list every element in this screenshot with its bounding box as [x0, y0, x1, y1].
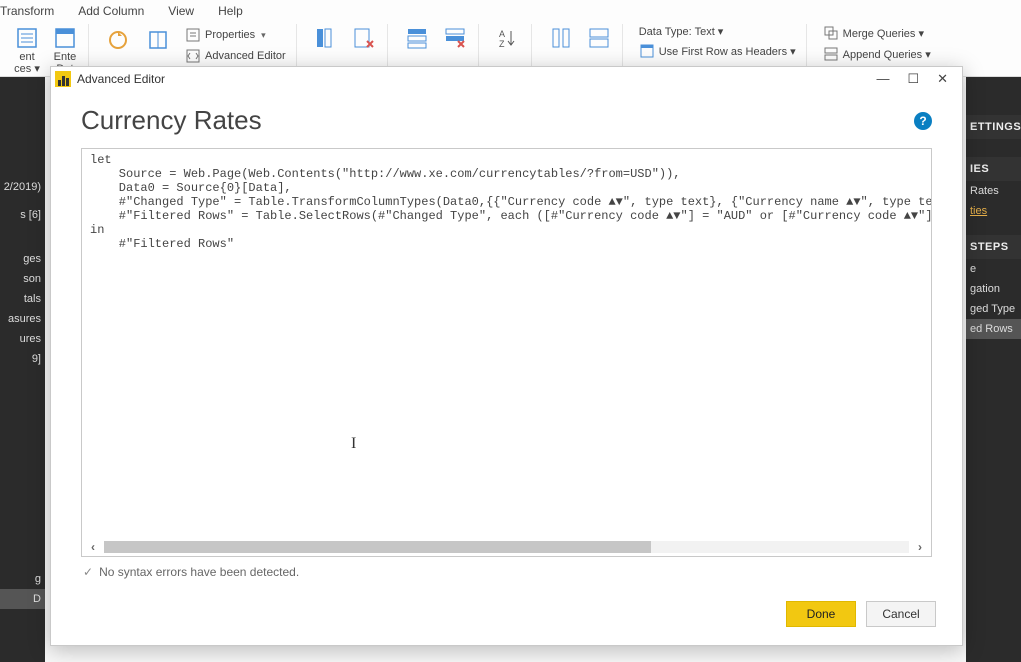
advanced-editor-dialog: Advanced Editor — ☐ ✕ Currency Rates ? l… [50, 66, 963, 646]
lp-count: s [6] [0, 205, 45, 225]
data-type-button[interactable]: Data Type: Text ▾ [635, 24, 800, 39]
queries-panel: 2/2019) s [6] ges son tals asures ures 9… [0, 77, 45, 662]
remove-columns-button[interactable] [347, 24, 381, 53]
merge-icon [823, 25, 839, 41]
keep-rows-icon [405, 26, 429, 50]
svg-text:A: A [499, 29, 505, 39]
lp-item-8[interactable]: D [0, 589, 45, 609]
manage-icon [146, 28, 170, 52]
lp-item-5[interactable]: ures [0, 329, 45, 349]
keep-rows-button[interactable] [400, 24, 434, 53]
lp-date: 2/2019) [0, 177, 45, 197]
menu-view[interactable]: View [168, 4, 194, 18]
cancel-button[interactable]: Cancel [866, 601, 936, 627]
recent-sources-label: ent ces ▾ [14, 51, 40, 75]
help-icon[interactable]: ? [914, 112, 932, 130]
menu-transform[interactable]: Transform [0, 4, 54, 18]
append-icon [823, 46, 839, 62]
svg-text:Z: Z [499, 39, 505, 49]
syntax-status: ✓ No syntax errors have been detected. [81, 557, 932, 579]
split-column-icon [549, 26, 573, 50]
first-row-headers-label: Use First Row as Headers ▾ [659, 45, 796, 58]
scroll-left-icon[interactable]: ‹ [86, 540, 100, 554]
scroll-thumb[interactable] [104, 541, 651, 553]
rp-all-properties-link[interactable]: ties [966, 201, 1021, 221]
ribbon-query-stack: Properties ▾ Advanced Editor [181, 26, 290, 65]
manage-button[interactable] [141, 26, 175, 65]
done-button[interactable]: Done [786, 601, 856, 627]
group-by-icon [587, 26, 611, 50]
syntax-message: No syntax errors have been detected. [99, 565, 299, 579]
code-editor-wrap: let Source = Web.Page(Web.Contents("http… [81, 148, 932, 557]
scroll-right-icon[interactable]: › [913, 540, 927, 554]
lp-item-3[interactable]: tals [0, 289, 45, 309]
window-controls: — ☐ ✕ [876, 71, 956, 87]
refresh-button[interactable] [101, 26, 135, 65]
lp-item-2[interactable]: son [0, 269, 45, 289]
sort-icon: AZ [496, 26, 520, 50]
rp-step-1[interactable]: e [966, 259, 1021, 279]
code-editor[interactable]: let Source = Web.Page(Web.Contents("http… [82, 149, 931, 538]
group-by-button[interactable] [582, 24, 616, 53]
dialog-titlebar: Advanced Editor — ☐ ✕ [51, 67, 962, 91]
merge-queries-button[interactable]: Merge Queries ▾ [819, 24, 935, 42]
properties-label: Properties [205, 29, 255, 41]
check-icon: ✓ [83, 565, 93, 579]
scroll-track[interactable] [104, 541, 909, 553]
sort-button[interactable]: AZ [491, 24, 525, 53]
split-column-button[interactable] [544, 24, 578, 53]
horizontal-scrollbar[interactable]: ‹ › [82, 538, 931, 556]
lp-item-7[interactable]: g [0, 569, 45, 589]
advanced-editor-label: Advanced Editor [205, 50, 286, 62]
choose-columns-button[interactable] [309, 24, 343, 53]
query-settings-panel: ETTINGS IES Rates ties STEPS e gation ge… [966, 77, 1021, 662]
dropdown-caret-icon: ▾ [261, 30, 266, 41]
text-cursor-icon: I [351, 435, 356, 453]
dialog-title: Currency Rates [81, 105, 262, 136]
menu-add-column[interactable]: Add Column [78, 4, 144, 18]
properties-button[interactable]: Properties ▾ [181, 26, 290, 44]
remove-columns-icon [352, 26, 376, 50]
lp-item-6[interactable]: 9] [0, 349, 45, 369]
properties-icon [185, 27, 201, 43]
enter-data-icon [53, 26, 77, 50]
rp-step-2[interactable]: gation [966, 279, 1021, 299]
recent-sources-button[interactable]: ent ces ▾ [10, 24, 44, 77]
menubar: Transform Add Column View Help [0, 0, 1021, 22]
recent-sources-icon [15, 26, 39, 50]
close-button[interactable]: ✕ [937, 71, 948, 87]
power-bi-icon [55, 71, 71, 87]
lp-item-1[interactable]: ges [0, 249, 45, 269]
rp-step-4[interactable]: ed Rows [966, 319, 1021, 339]
choose-columns-icon [314, 26, 338, 50]
merge-queries-label: Merge Queries ▾ [843, 27, 924, 40]
table-header-icon [639, 43, 655, 59]
rp-name-value: Rates [966, 181, 1021, 201]
append-queries-button[interactable]: Append Queries ▾ [819, 45, 935, 63]
remove-rows-button[interactable] [438, 24, 472, 53]
remove-rows-icon [443, 26, 467, 50]
refresh-icon [106, 28, 130, 52]
dialog-footer: Done Cancel [51, 587, 962, 645]
first-row-headers-button[interactable]: Use First Row as Headers ▾ [635, 42, 800, 60]
minimize-button[interactable]: — [876, 71, 889, 87]
combine-stack: Merge Queries ▾ Append Queries ▾ [819, 24, 935, 63]
rp-steps-head: STEPS [966, 235, 1021, 259]
data-type-label: Data Type: Text ▾ [639, 25, 724, 38]
rp-step-3[interactable]: ged Type [966, 299, 1021, 319]
append-queries-label: Append Queries ▾ [843, 48, 931, 61]
advanced-editor-button[interactable]: Advanced Editor [181, 47, 290, 65]
rp-properties-head: IES [966, 157, 1021, 181]
lp-item-4[interactable]: asures [0, 309, 45, 329]
dialog-body: Currency Rates ? let Source = Web.Page(W… [51, 91, 962, 587]
advanced-editor-icon [185, 48, 201, 64]
menu-help[interactable]: Help [218, 4, 243, 18]
rp-settings-head: ETTINGS [966, 115, 1021, 139]
maximize-button[interactable]: ☐ [907, 71, 919, 87]
transform-stack: Data Type: Text ▾ Use First Row as Heade… [635, 24, 800, 60]
dialog-window-title: Advanced Editor [77, 72, 165, 86]
